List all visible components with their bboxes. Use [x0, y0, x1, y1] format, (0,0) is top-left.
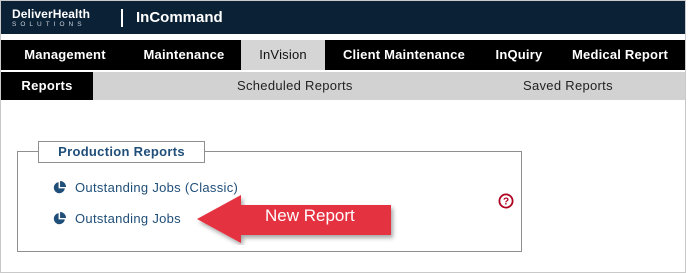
menu-item-inquiry[interactable]: InQuiry	[483, 40, 555, 70]
menu-item-invision[interactable]: InVision	[241, 40, 325, 70]
logo-main-text: DeliverHealth	[12, 7, 90, 21]
svg-text:?: ?	[503, 197, 509, 208]
tab-scheduled-reports[interactable]: Scheduled Reports	[237, 72, 353, 100]
menu-item-management[interactable]: Management	[1, 40, 129, 70]
sub-tab-bar: Reports Scheduled Reports Saved Reports	[1, 72, 685, 100]
app-title: InCommand	[136, 9, 223, 26]
deliverhealth-logo: DeliverHealth SOLUTIONS	[12, 8, 90, 29]
header-divider	[121, 9, 123, 27]
pie-chart-icon	[53, 211, 66, 224]
question-circle-icon[interactable]: ?	[498, 193, 514, 209]
menu-item-client-maintenance[interactable]: Client Maintenance	[325, 40, 483, 70]
app-header: DeliverHealth SOLUTIONS InCommand	[1, 1, 685, 34]
report-link-label: Outstanding Jobs	[75, 210, 181, 226]
report-link-outstanding-jobs[interactable]: Outstanding Jobs	[53, 209, 181, 227]
tab-saved-reports[interactable]: Saved Reports	[523, 72, 613, 100]
menu-item-medical-report[interactable]: Medical Report	[557, 40, 683, 70]
tab-reports[interactable]: Reports	[1, 72, 93, 100]
app-window: DeliverHealth SOLUTIONS InCommand Manage…	[0, 0, 686, 273]
new-report-label: New Report	[265, 206, 355, 225]
main-menu: Management Maintenance InVision Client M…	[1, 40, 685, 70]
logo-sub-text: SOLUTIONS	[12, 21, 86, 28]
panel-legend: Production Reports	[38, 141, 205, 163]
pie-chart-icon	[53, 180, 66, 193]
menu-item-maintenance[interactable]: Maintenance	[129, 40, 239, 70]
